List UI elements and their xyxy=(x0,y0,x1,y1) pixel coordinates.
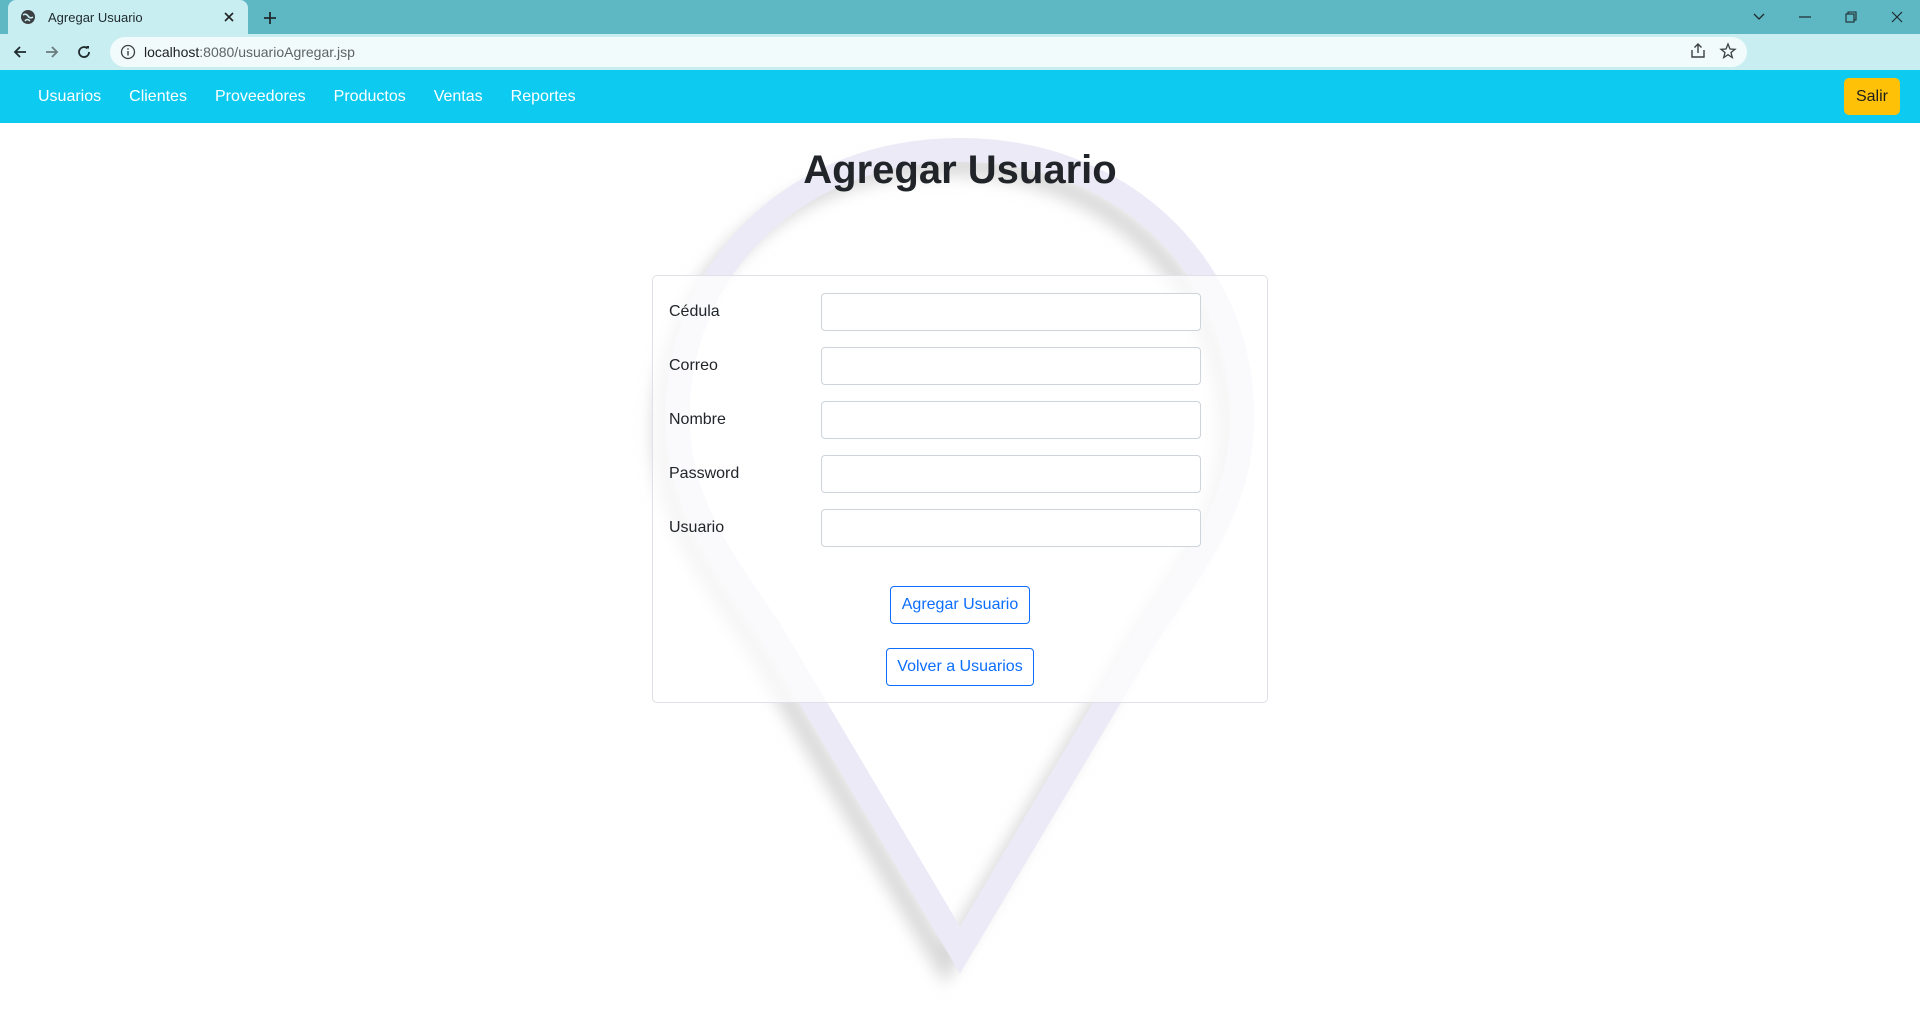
plus-icon[interactable] xyxy=(258,6,282,30)
window-controls xyxy=(1736,0,1920,34)
url-path: :8080/usuarioAgregar.jsp xyxy=(199,44,355,60)
user-form-card: Cédula Correo Nombre Password Usuario Ag… xyxy=(652,275,1268,703)
password-input[interactable] xyxy=(821,455,1201,493)
nav-link-reportes[interactable]: Reportes xyxy=(497,88,590,106)
form-row-nombre: Nombre xyxy=(669,400,1253,440)
nav-link-ventas[interactable]: Ventas xyxy=(420,88,497,106)
nombre-input[interactable] xyxy=(821,401,1201,439)
browser-toolbar: localhost:8080/usuarioAgregar.jsp 0 xyxy=(0,34,1920,94)
usuario-input[interactable] xyxy=(821,509,1201,547)
address-bar[interactable]: localhost:8080/usuarioAgregar.jsp xyxy=(110,37,1747,67)
chevron-down-icon[interactable] xyxy=(1736,0,1782,34)
page-title: Agregar Usuario xyxy=(803,148,1117,192)
reload-icon[interactable] xyxy=(70,38,98,66)
close-window-icon[interactable] xyxy=(1874,0,1920,34)
share-icon[interactable] xyxy=(1689,42,1707,65)
nombre-label: Nombre xyxy=(669,411,726,428)
nav-link-proveedores[interactable]: Proveedores xyxy=(201,88,320,106)
nav-link-productos[interactable]: Productos xyxy=(320,88,420,106)
form-row-cedula: Cédula xyxy=(669,292,1253,332)
minimize-icon[interactable] xyxy=(1782,0,1828,34)
logout-button[interactable]: Salir xyxy=(1843,78,1900,115)
restore-icon[interactable] xyxy=(1828,0,1874,34)
form-row-password: Password xyxy=(669,454,1253,494)
star-icon[interactable] xyxy=(1719,42,1737,65)
back-arrow-icon[interactable] xyxy=(6,38,34,66)
close-icon[interactable] xyxy=(220,8,238,26)
forward-arrow-icon[interactable] xyxy=(38,38,66,66)
nav-link-clientes[interactable]: Clientes xyxy=(115,88,201,106)
form-row-correo: Correo xyxy=(669,346,1253,386)
correo-label: Correo xyxy=(669,357,718,374)
form-row-usuario: Usuario xyxy=(669,508,1253,548)
correo-input[interactable] xyxy=(821,347,1201,385)
cedula-label: Cédula xyxy=(669,303,720,320)
url-text: localhost:8080/usuarioAgregar.jsp xyxy=(144,44,355,60)
browser-tab[interactable]: Agregar Usuario xyxy=(8,0,248,34)
site-navbar: Usuarios Clientes Proveedores Productos … xyxy=(0,70,1920,123)
cedula-input[interactable] xyxy=(821,293,1201,331)
browser-tabstrip: Agregar Usuario xyxy=(0,0,1920,34)
password-label: Password xyxy=(669,465,740,482)
info-icon[interactable] xyxy=(120,44,136,60)
nav-link-usuarios[interactable]: Usuarios xyxy=(24,88,115,106)
usuario-label: Usuario xyxy=(669,519,725,536)
globe-icon xyxy=(20,9,36,25)
add-user-button[interactable]: Agregar Usuario xyxy=(890,586,1030,624)
tab-title: Agregar Usuario xyxy=(48,9,143,25)
back-to-users-button[interactable]: Volver a Usuarios xyxy=(886,648,1034,686)
url-host: localhost xyxy=(144,44,200,60)
